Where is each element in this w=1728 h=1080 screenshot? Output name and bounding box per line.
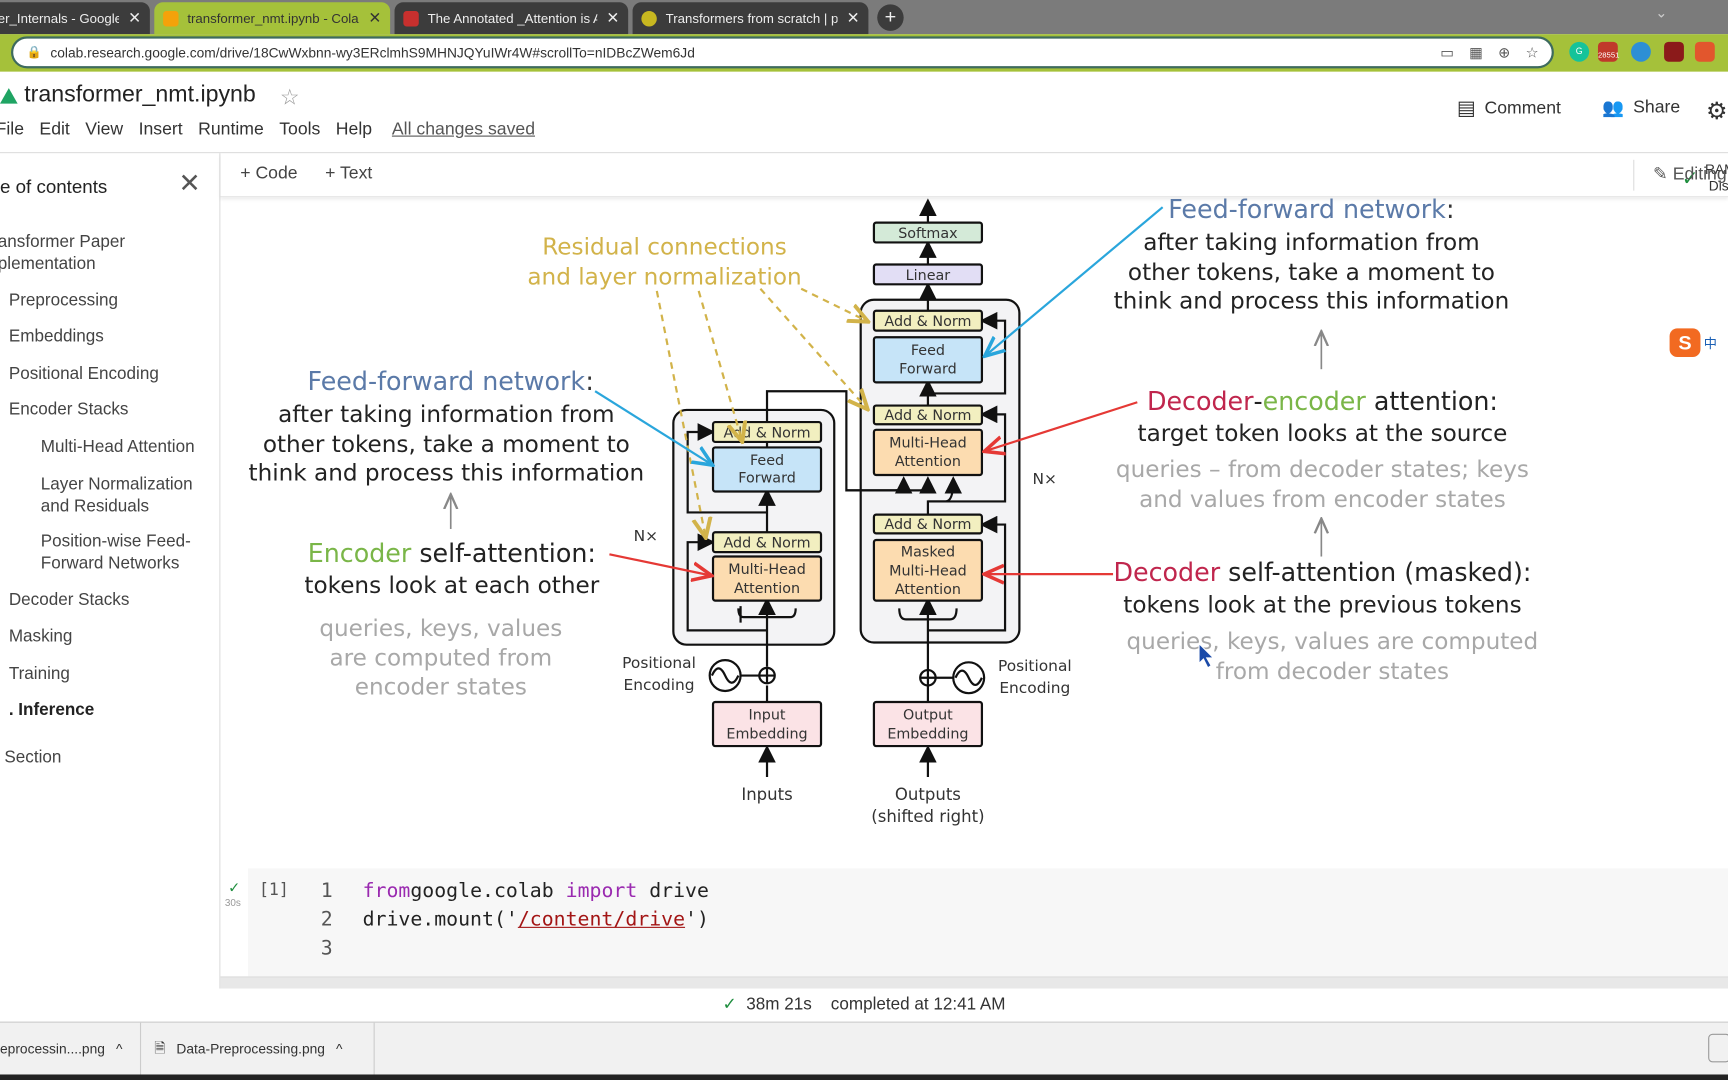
nx-label: N×	[1033, 470, 1057, 488]
code-line[interactable]: 3	[321, 937, 363, 960]
status-completed: completed at 12:41 AM	[830, 995, 1006, 1014]
block-label: Attention	[895, 454, 961, 470]
code-token: /content/drive	[517, 908, 686, 932]
block-label: Multi-Head	[728, 562, 806, 578]
block-label: Feed	[750, 453, 784, 469]
code-token: from	[362, 879, 411, 903]
code-token: '	[685, 908, 697, 932]
downloads-bar: eprocessin....png ^ 🗎 Data-Preprocessing.p…	[0, 1021, 1728, 1076]
ff-right-heading: Feed-forward network	[1168, 194, 1446, 224]
dec-self-gray: from decoder states	[1216, 659, 1449, 685]
horizontal-scrollbar[interactable]	[220, 976, 1728, 989]
positional-encoding-label: Positional	[998, 657, 1072, 675]
enc-self-gray: queries, keys, values	[319, 616, 562, 642]
code-token: )	[696, 908, 709, 932]
code-token: '	[505, 908, 518, 932]
inputs-label: Inputs	[741, 785, 792, 804]
ff-left-text: think and process this information	[249, 460, 645, 486]
outputs-label: Outputs	[895, 785, 961, 804]
dec-enc-heading: Decoder-encoder attention:	[1147, 386, 1498, 416]
block-label: Masked	[901, 545, 955, 561]
download-filename: Data-Preprocessing.png	[176, 1041, 325, 1057]
chevron-up-icon[interactable]: ^	[116, 1041, 122, 1056]
ime-mode-icon[interactable]: 中	[1704, 334, 1717, 353]
code-token: import	[565, 879, 638, 903]
ff-left-heading: Feed-forward network	[308, 366, 586, 396]
enc-self-gray: encoder states	[355, 674, 527, 700]
ff-left-text: other tokens, take a moment to	[263, 432, 630, 458]
code-line[interactable]: 1 fromgoogle.colab import drive	[321, 879, 709, 902]
status-duration: 38m 21s	[746, 995, 812, 1014]
block-label: Attention	[895, 582, 961, 598]
block-label: Output	[903, 708, 953, 724]
code-token: drive.mount(	[362, 908, 506, 932]
block-label: Attention	[734, 581, 800, 597]
cell-duration: 30s	[224, 897, 241, 909]
close-downloads-button[interactable]	[1708, 1033, 1728, 1063]
code-cell[interactable]: ✓ 30s [1] 1 fromgoogle.colab import drive…	[225, 868, 1728, 977]
block-label: Add & Norm	[884, 517, 971, 533]
colon: :	[1446, 194, 1455, 224]
ff-right-text: think and process this information	[1114, 289, 1510, 315]
block-label: Embedding	[726, 726, 807, 742]
status-check-icon: ✓	[722, 995, 737, 1014]
ff-right-text: other tokens, take a moment to	[1128, 260, 1495, 286]
ff-left-text: after taking information from	[278, 402, 614, 428]
sogou-ime-icon[interactable]: S	[1669, 328, 1701, 358]
code-token: drive	[637, 879, 709, 903]
download-item[interactable]: 🗎 Data-Preprocessing.png ^	[141, 1022, 375, 1076]
encoder-stack-box	[672, 408, 836, 646]
code-line[interactable]: 2 drive.mount('/content/drive')	[321, 908, 709, 931]
block-label: Forward	[899, 362, 957, 378]
block-label: Input	[748, 708, 785, 724]
status-bar: ✓ 38m 21s completed at 12:41 AM	[0, 990, 1728, 1021]
residual-caption: Residual connections	[542, 235, 786, 261]
block-label: Add & Norm	[884, 314, 971, 330]
dec-enc-gray: and values from encoder states	[1139, 487, 1506, 513]
line-number: 2	[320, 908, 333, 932]
enc-self-text: tokens look at each other	[304, 573, 599, 599]
block-label: Add & Norm	[724, 426, 811, 442]
residual-caption: and layer normalization	[527, 264, 801, 290]
positional-encoding-label: Positional	[622, 654, 696, 672]
block-label: Add & Norm	[724, 536, 811, 552]
download-item[interactable]: eprocessin....png ^	[0, 1022, 142, 1076]
dec-self-text: tokens look at the previous tokens	[1123, 593, 1521, 619]
block-label: Feed	[911, 343, 945, 359]
chevron-up-icon[interactable]: ^	[336, 1041, 342, 1056]
block-label: Linear	[906, 268, 951, 284]
ff-right-text: after taking information from	[1143, 230, 1479, 256]
block-label: Softmax	[898, 226, 957, 242]
taskbar	[0, 1074, 1728, 1080]
dec-enc-gray: queries – from decoder states; keys	[1116, 457, 1529, 483]
dec-enc-text: target token looks at the source	[1138, 421, 1508, 447]
dec-self-heading: Decoder self-attention (masked):	[1114, 557, 1532, 587]
colon: :	[585, 366, 594, 396]
code-token: google.colab	[410, 879, 566, 903]
download-filename: eprocessin....png	[0, 1041, 105, 1057]
run-success-icon[interactable]: ✓	[228, 879, 240, 897]
enc-self-gray: are computed from	[330, 646, 553, 672]
block-label: Embedding	[887, 726, 968, 742]
positional-encoding-label: Encoding	[624, 676, 695, 694]
block-label: Multi-Head	[889, 563, 967, 579]
line-number: 3	[320, 936, 333, 960]
block-label: Multi-Head	[889, 435, 967, 451]
block-label: Forward	[738, 471, 796, 487]
block-label: Add & Norm	[884, 408, 971, 424]
positional-encoding-label: Encoding	[999, 679, 1070, 697]
nx-label: N×	[634, 527, 658, 545]
file-icon: 🗎	[154, 1039, 166, 1056]
line-number: 1	[320, 879, 333, 903]
outputs-label: (shifted right)	[871, 807, 984, 826]
enc-self-heading: Encoder self-attention:	[308, 538, 596, 568]
dec-self-gray: queries, keys, values are computed	[1127, 629, 1539, 655]
execution-count: [1]	[258, 879, 289, 900]
